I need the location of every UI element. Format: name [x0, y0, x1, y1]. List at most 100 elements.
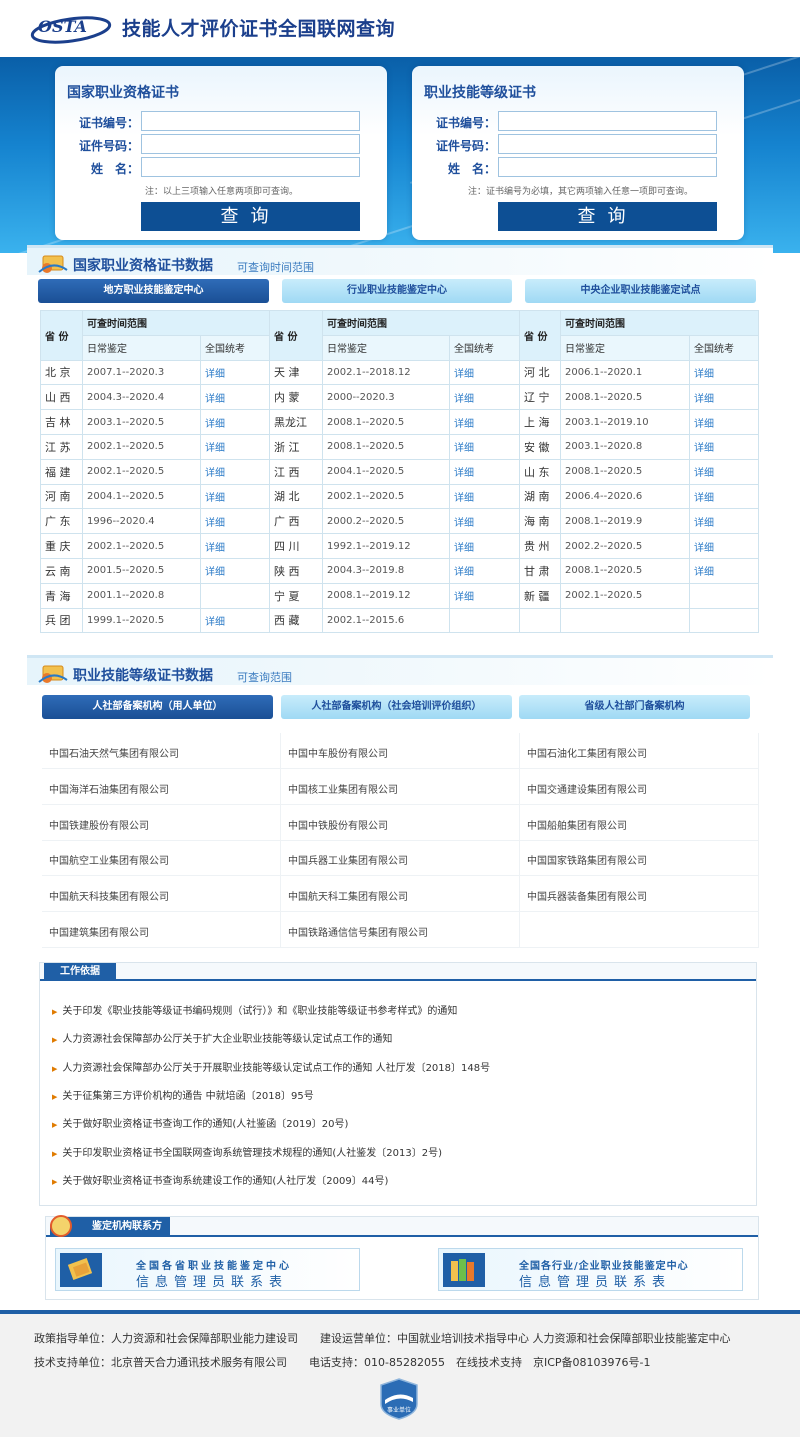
public-institution-seal[interactable]: 事业单位 [380, 1378, 418, 1420]
site-title: 技能人才评价证书全国联网查询 [122, 18, 396, 40]
tab-training-orgs[interactable]: 人社部备案机构（社会培训评价组织） [281, 695, 512, 719]
daily-range-cell: 2008.1--2020.5 [560, 458, 690, 485]
org-item[interactable]: 中国核工业集团有限公司 [281, 768, 520, 805]
org-item[interactable]: 中国石油天然气集团有限公司 [42, 733, 281, 769]
industry-contact-button[interactable]: 全国各行业/企业职业技能鉴定中心 信息管理员联系表 [438, 1248, 743, 1291]
tab-industry-centers[interactable]: 行业职业技能鉴定中心 [282, 279, 512, 303]
detail-link[interactable]: 详细 [449, 433, 520, 460]
basis-link[interactable]: ▶ 人力资源社会保障部办公厅关于扩大企业职业技能等级认定试点工作的通知 [52, 1030, 392, 1045]
detail-link[interactable]: 详细 [689, 458, 759, 485]
detail-link[interactable]: 详细 [449, 557, 520, 584]
org-item[interactable]: 中国船舶集团有限公司 [520, 804, 759, 841]
org-item [520, 912, 759, 948]
org-item[interactable]: 中国石油化工集团有限公司 [520, 733, 759, 769]
contact-header: 鉴定机构联系方式 [46, 1215, 758, 1252]
detail-link[interactable]: 详细 [689, 384, 759, 411]
tab-provincial-orgs[interactable]: 省级人社部门备案机构 [519, 695, 750, 719]
detail-link[interactable]: 详细 [689, 557, 759, 584]
th-unified: 全国统考 [449, 334, 520, 361]
detail-link[interactable]: 详细 [200, 607, 270, 634]
id-number-input[interactable] [141, 134, 360, 154]
daily-range-cell: 2002.1--2018.12 [322, 359, 450, 386]
detail-link[interactable]: 详细 [449, 582, 520, 609]
detail-link[interactable]: 详细 [200, 359, 270, 386]
cert-number-row: 证书编号： [55, 111, 387, 131]
detail-link[interactable]: 详细 [200, 384, 270, 411]
basis-link[interactable]: ▶ 关于做好职业资格证书查询工作的通知(人社鉴函〔2019〕20号) [52, 1115, 348, 1130]
detail-link[interactable]: 详细 [689, 533, 759, 559]
detail-link[interactable]: 详细 [689, 483, 759, 510]
org-item[interactable]: 中国铁路通信信号集团有限公司 [281, 912, 520, 948]
osta-logo[interactable]: OSTA [30, 10, 112, 44]
cert-number-input[interactable] [498, 111, 717, 131]
detail-link[interactable]: 详细 [200, 483, 270, 510]
org-item[interactable]: 中国兵器装备集团有限公司 [520, 876, 759, 913]
table-row: 河 南 2004.1--2020.5 详细湖 北 2002.1--2020.5 详细湖 … [40, 483, 759, 510]
basis-link[interactable]: ▶ 关于印发职业资格证书全国联网查询系统管理技术规程的通知(人社鉴发〔2013〕2… [52, 1144, 442, 1159]
province-contact-button[interactable]: 全国各省职业技能鉴定中心 信息管理员联系表 [55, 1248, 360, 1291]
query-button[interactable]: 查询 [141, 202, 360, 231]
name-input[interactable] [498, 157, 717, 177]
org-item[interactable]: 中国中车股份有限公司 [281, 733, 520, 769]
th-daily: 日常鉴定 [322, 334, 450, 361]
org-item[interactable]: 中国铁建股份有限公司 [42, 804, 281, 841]
org-item[interactable]: 中国交通建设集团有限公司 [520, 768, 759, 805]
basis-link-text: 关于做好职业资格证书查询系统建设工作的通知(人社厅发〔2009〕44号) [62, 1175, 389, 1187]
query-button[interactable]: 查询 [498, 202, 717, 231]
org-item[interactable]: 中国国家铁路集团有限公司 [520, 840, 759, 877]
detail-link [689, 582, 759, 609]
id-number-input[interactable] [498, 134, 717, 154]
detail-link[interactable]: 详细 [449, 508, 520, 535]
province-cell: 广 东 [40, 508, 83, 535]
daily-range-cell: 2000--2020.3 [322, 384, 450, 411]
detail-link[interactable]: 详细 [689, 433, 759, 460]
province-cell: 重 庆 [40, 533, 83, 559]
basis-link[interactable]: ▶ 人力资源社会保障部办公厅关于开展职业技能等级认定试点工作的通知 人社厅发〔20… [52, 1059, 490, 1074]
panel-subtitle: 可查询范围 [237, 671, 292, 684]
tab-employer-orgs[interactable]: 人社部备案机构（用人单位） [42, 695, 273, 719]
detail-link[interactable]: 详细 [200, 508, 270, 535]
org-item[interactable]: 中国建筑集团有限公司 [42, 912, 281, 948]
skill-level-query-box: 职业技能等级证书 证书编号： 证件号码： 姓 名： 注：证书编号为必填，其它两项… [412, 66, 744, 240]
detail-link[interactable]: 详细 [449, 458, 520, 485]
detail-link[interactable]: 详细 [200, 433, 270, 460]
table-row: 山 西 2004.3--2020.4 详细内 蒙 2000--2020.3 详细辽 宁2… [40, 384, 759, 411]
detail-link[interactable]: 详细 [449, 483, 520, 510]
detail-link[interactable]: 详细 [200, 458, 270, 485]
org-item[interactable]: 中国海洋石油集团有限公司 [42, 768, 281, 805]
basis-link[interactable]: ▶ 关于征集第三方评价机构的通告 中就培函〔2018〕95号 [52, 1087, 314, 1102]
tab-central-enterprise[interactable]: 中央企业职业技能鉴定试点 [525, 279, 756, 303]
name-label: 姓 名： [90, 162, 139, 176]
panel-subtitle: 可查询时间范围 [237, 261, 314, 274]
tab-local-centers[interactable]: 地方职业技能鉴定中心 [38, 279, 269, 303]
daily-range-cell: 2008.1--2019.9 [560, 508, 690, 535]
org-item[interactable]: 中国航空工业集团有限公司 [42, 840, 281, 877]
cert-number-row: 证书编号： [412, 111, 744, 131]
org-item[interactable]: 中国航天科技集团有限公司 [42, 876, 281, 913]
basis-link[interactable]: ▶ 关于印发《职业技能等级证书编码规则（试行）》和《职业技能等级证书参考样式》的通… [52, 1002, 457, 1017]
arrow-icon: ▶ [52, 1064, 58, 1073]
province-cell [519, 607, 561, 634]
detail-link [689, 607, 759, 634]
org-item[interactable]: 中国中铁股份有限公司 [281, 804, 520, 841]
detail-link[interactable]: 详细 [449, 384, 520, 411]
table-row: 广 东 1996--2020.4 详细广 西 2000.2--2020.5 详细海 南2… [40, 508, 759, 535]
detail-link[interactable]: 详细 [449, 533, 520, 559]
name-input[interactable] [141, 157, 360, 177]
detail-link[interactable]: 详细 [200, 409, 270, 435]
detail-link[interactable]: 详细 [200, 557, 270, 584]
basis-link[interactable]: ▶ 关于做好职业资格证书查询系统建设工作的通知(人社厅发〔2009〕44号) [52, 1172, 388, 1187]
detail-link[interactable]: 详细 [689, 359, 759, 386]
panel-title: 国家职业资格证书数据 [73, 258, 213, 274]
detail-link[interactable]: 详细 [449, 409, 520, 435]
daily-range-cell: 2002.1--2020.5 [560, 582, 690, 609]
org-item[interactable]: 中国兵器工业集团有限公司 [281, 840, 520, 877]
detail-link[interactable]: 详细 [449, 359, 520, 386]
daily-range-cell: 2007.1--2020.3 [82, 359, 201, 386]
detail-link[interactable]: 详细 [689, 409, 759, 435]
detail-link[interactable]: 详细 [689, 508, 759, 535]
cert-number-input[interactable] [141, 111, 360, 131]
org-item[interactable]: 中国航天科工集团有限公司 [281, 876, 520, 913]
detail-link[interactable]: 详细 [200, 533, 270, 559]
name-row: 姓 名： [55, 157, 387, 177]
